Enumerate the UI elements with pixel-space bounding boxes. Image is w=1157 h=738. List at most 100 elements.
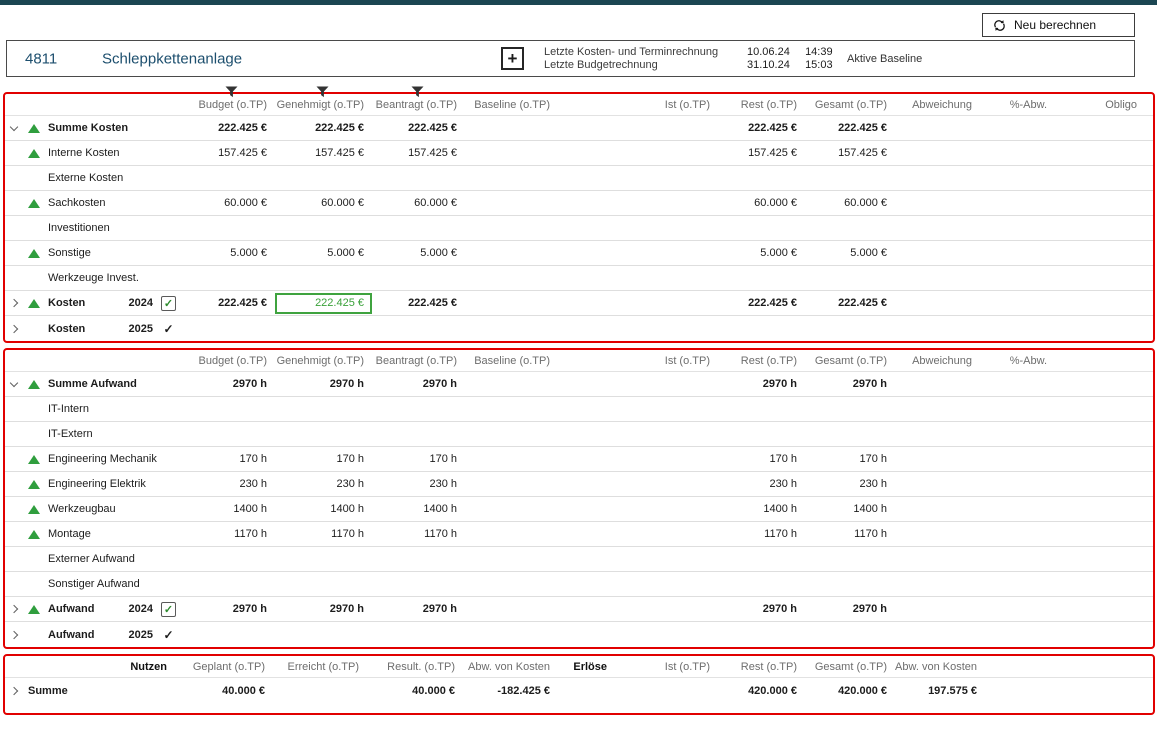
row-label-cell: Sonstiger Aufwand xyxy=(5,572,190,596)
year-checkbox[interactable]: ✓ xyxy=(161,296,176,311)
value-cell[interactable]: 222.425 € xyxy=(372,122,465,134)
add-button[interactable]: + xyxy=(501,47,524,70)
column-header-gesamt-o-tp: Gesamt (o.TP) xyxy=(805,355,895,367)
value-cell[interactable]: 5.000 € xyxy=(805,247,895,259)
recalculate-button[interactable]: Neu berechnen xyxy=(982,13,1135,37)
column-header-beantragt-o-tp: Beantragt (o.TP) xyxy=(372,99,465,111)
value-cell[interactable]: 222.425 € xyxy=(805,297,895,309)
value-cell[interactable]: 230 h xyxy=(372,478,465,490)
value-cell[interactable]: 5.000 € xyxy=(190,247,275,259)
value-cell[interactable]: 2970 h xyxy=(190,378,275,390)
value-cell[interactable]: 157.425 € xyxy=(372,147,465,159)
chevron-right-icon[interactable] xyxy=(11,688,28,694)
value-cell[interactable]: 230 h xyxy=(275,478,372,490)
value-cell[interactable]: 170 h xyxy=(372,453,465,465)
value-cell[interactable]: 420.000 € xyxy=(718,685,805,697)
chevron-right-icon[interactable] xyxy=(11,300,28,306)
filter-icon[interactable] xyxy=(316,86,330,100)
value-cell[interactable]: 1400 h xyxy=(718,503,805,515)
value-cell[interactable]: 1400 h xyxy=(805,503,895,515)
value-cell[interactable]: 2970 h xyxy=(718,378,805,390)
value-cell[interactable]: 222.425 € xyxy=(718,297,805,309)
chevron-right-icon[interactable] xyxy=(11,326,28,332)
value-cell[interactable]: 222.425 € xyxy=(190,297,275,309)
value-cell[interactable]: 170 h xyxy=(275,453,372,465)
value-cell[interactable]: 1170 h xyxy=(275,528,372,540)
value-cell[interactable]: 1400 h xyxy=(372,503,465,515)
value-cell[interactable]: 197.575 € xyxy=(895,685,985,697)
chevron-right-icon[interactable] xyxy=(11,606,28,612)
value-cell[interactable]: 157.425 € xyxy=(275,147,372,159)
value-cell[interactable]: 1170 h xyxy=(718,528,805,540)
value-cell[interactable]: 5.000 € xyxy=(372,247,465,259)
year-check-icon[interactable]: ✓ xyxy=(161,628,176,642)
value-cell[interactable]: 230 h xyxy=(718,478,805,490)
row-label: Kosten xyxy=(48,297,85,309)
value-cell[interactable]: -182.425 € xyxy=(463,685,558,697)
value-cell[interactable]: 2970 h xyxy=(718,603,805,615)
value-cell[interactable]: 170 h xyxy=(718,453,805,465)
value-cell[interactable]: 2970 h xyxy=(805,378,895,390)
value-cell[interactable]: 60.000 € xyxy=(190,197,275,209)
value-cell[interactable]: 1170 h xyxy=(372,528,465,540)
value-cell[interactable]: 40.000 € xyxy=(175,685,273,697)
last-budget-label: Letzte Budgetrechnung xyxy=(544,59,718,72)
table-row: Interne Kosten157.425 €157.425 €157.425 … xyxy=(5,141,1153,166)
value-cell[interactable]: 2970 h xyxy=(275,378,372,390)
table-row: Engineering Mechanik170 h170 h170 h170 h… xyxy=(5,447,1153,472)
value-cell[interactable]: 2970 h xyxy=(275,603,372,615)
value-cell[interactable]: 222.425 € xyxy=(190,122,275,134)
value-cell[interactable]: 230 h xyxy=(190,478,275,490)
last-calc-time: 14:39 xyxy=(805,46,833,58)
row-label: Investitionen xyxy=(48,222,110,234)
row-label: Sonstige xyxy=(48,247,91,259)
value-cell[interactable]: 157.425 € xyxy=(718,147,805,159)
table-row: Sonstige5.000 €5.000 €5.000 €5.000 €5.00… xyxy=(5,241,1153,266)
column-header-rest-o-tp: Rest (o.TP) xyxy=(718,99,805,111)
value-cell[interactable]: 1170 h xyxy=(190,528,275,540)
filter-icon[interactable] xyxy=(225,86,239,100)
value-cell[interactable]: 420.000 € xyxy=(805,685,895,697)
year-checkbox[interactable]: ✓ xyxy=(161,602,176,617)
value-cell[interactable]: 2970 h xyxy=(190,603,275,615)
row-label-cell: IT-Intern xyxy=(5,397,190,421)
value-cell[interactable]: 2970 h xyxy=(372,603,465,615)
chevron-down-icon[interactable] xyxy=(11,127,28,130)
row-label: Sonstiger Aufwand xyxy=(48,578,140,590)
value-cell[interactable]: 1170 h xyxy=(805,528,895,540)
value-cell[interactable]: 2970 h xyxy=(805,603,895,615)
recalculate-label: Neu berechnen xyxy=(1014,18,1096,32)
value-cell[interactable]: 222.425 € xyxy=(275,293,372,314)
table-row: Kosten2024✓222.425 €222.425 €222.425 €22… xyxy=(5,291,1153,316)
value-cell[interactable]: 60.000 € xyxy=(372,197,465,209)
value-cell[interactable]: 222.425 € xyxy=(372,297,465,309)
column-header-ist-o-tp: Ist (o.TP) xyxy=(558,355,718,367)
column-header-row: Budget (o.TP)Genehmigt (o.TP)Beantragt (… xyxy=(5,350,1153,372)
value-cell[interactable]: 157.425 € xyxy=(190,147,275,159)
status-up-triangle-icon xyxy=(28,530,48,539)
toolbar: Neu berechnen xyxy=(0,5,1157,40)
calculation-info: Letzte Kosten- und Terminrechnung Letzte… xyxy=(544,46,718,72)
chevron-down-icon[interactable] xyxy=(11,383,28,386)
value-cell[interactable]: 40.000 € xyxy=(367,685,463,697)
row-label-cell: Summe xyxy=(5,678,175,703)
value-cell[interactable]: 5.000 € xyxy=(718,247,805,259)
value-cell[interactable]: 5.000 € xyxy=(275,247,372,259)
value-cell[interactable]: 2970 h xyxy=(372,378,465,390)
value-cell[interactable]: 157.425 € xyxy=(805,147,895,159)
chevron-right-icon[interactable] xyxy=(11,632,28,638)
value-cell[interactable]: 222.425 € xyxy=(718,122,805,134)
value-cell[interactable]: 170 h xyxy=(190,453,275,465)
value-cell[interactable]: 222.425 € xyxy=(805,122,895,134)
value-cell[interactable]: 222.425 € xyxy=(275,122,372,134)
year-check-icon[interactable]: ✓ xyxy=(161,322,176,336)
value-cell[interactable]: 170 h xyxy=(805,453,895,465)
year-label: 2025 xyxy=(129,323,153,335)
value-cell[interactable]: 60.000 € xyxy=(718,197,805,209)
value-cell[interactable]: 1400 h xyxy=(275,503,372,515)
filter-icon[interactable] xyxy=(411,86,425,100)
value-cell[interactable]: 230 h xyxy=(805,478,895,490)
value-cell[interactable]: 1400 h xyxy=(190,503,275,515)
value-cell[interactable]: 60.000 € xyxy=(805,197,895,209)
value-cell[interactable]: 60.000 € xyxy=(275,197,372,209)
